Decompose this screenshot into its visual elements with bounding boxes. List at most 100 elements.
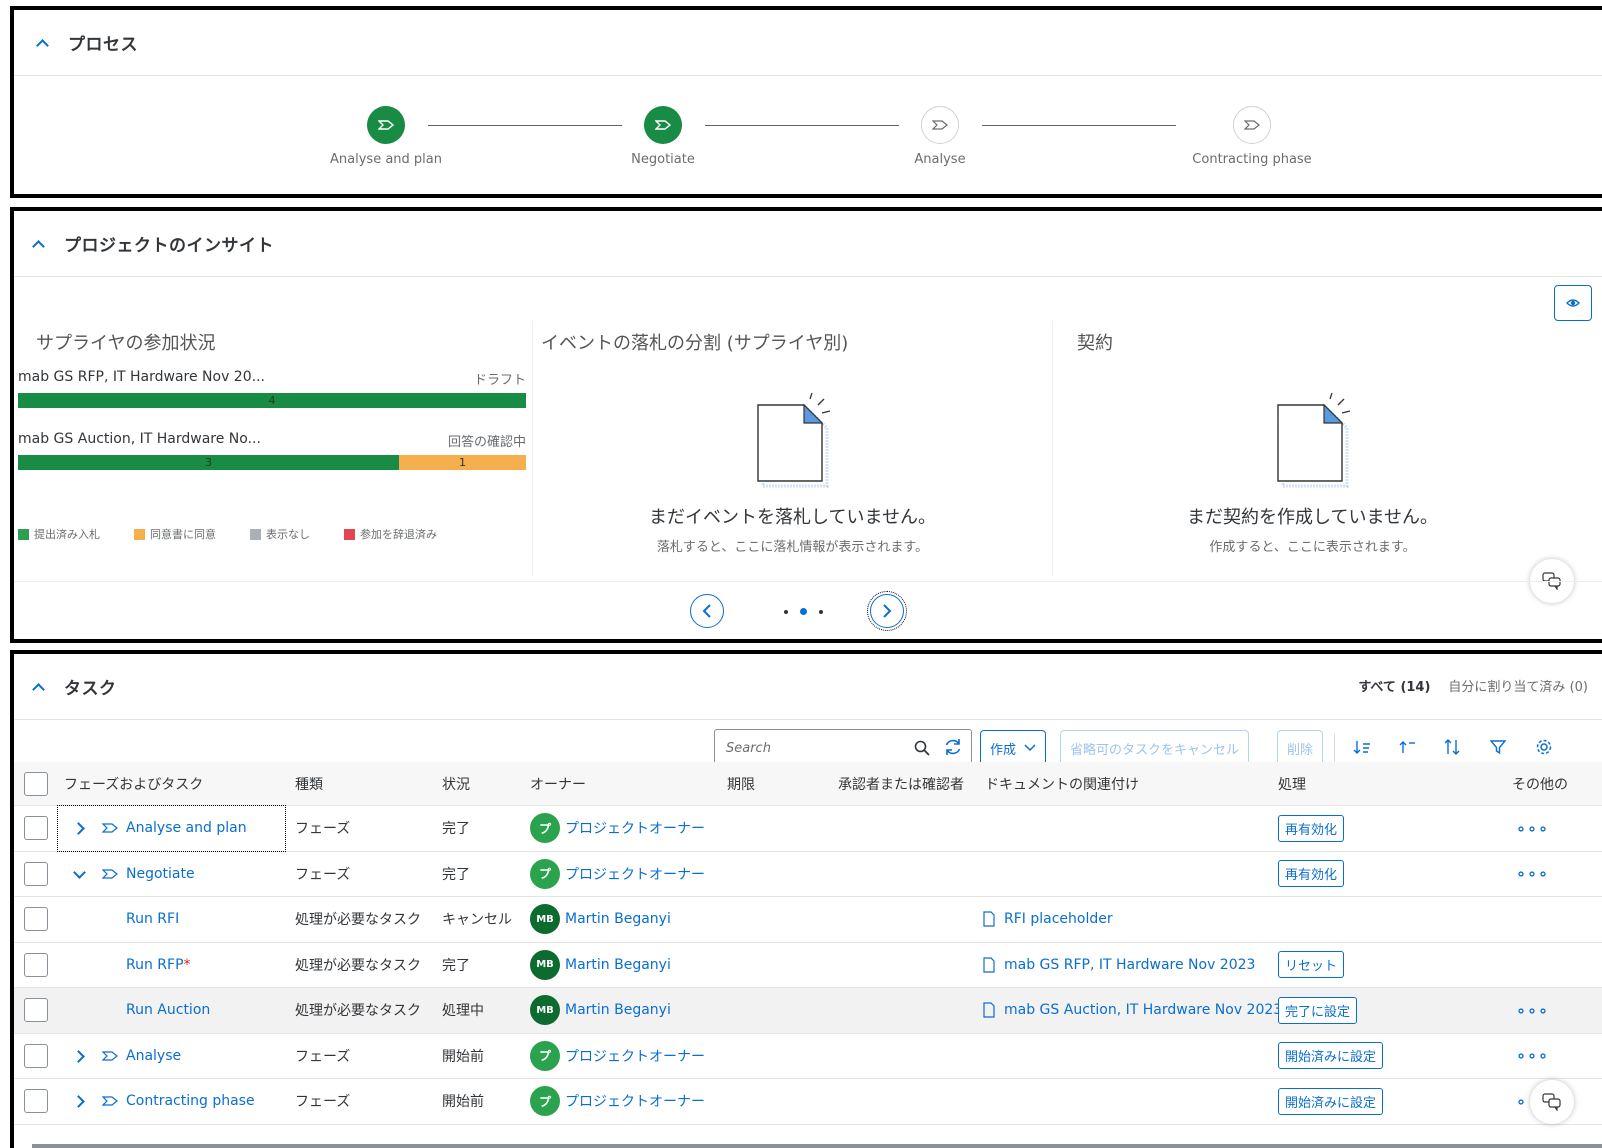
tab-assigned-to-me[interactable]: 自分に割り当て済み (0) [1448, 676, 1588, 695]
phase-link[interactable]: Negotiate [126, 866, 195, 882]
select-all-checkbox[interactable] [24, 771, 48, 796]
table-row[interactable]: Run RFP * 処理が必要なタスク 完了 MB Martin Beganyi mab G… [14, 943, 1602, 988]
row-checkbox[interactable] [24, 816, 48, 841]
more-options-icon[interactable]: ∘∘∘ [1516, 1001, 1549, 1020]
legend-item[interactable]: 表示なし [250, 526, 310, 542]
row-checkbox[interactable] [24, 1043, 48, 1068]
document-link[interactable]: mab GS RFP, IT Hardware Nov 2023 [1004, 957, 1255, 973]
phase-link[interactable]: Contracting phase [126, 1093, 255, 1109]
delete-button[interactable]: 削除 [1277, 730, 1324, 766]
bar-segment-orange[interactable]: 1 [399, 455, 526, 470]
collapse-chevron-icon[interactable] [36, 37, 48, 49]
table-row[interactable]: Analyse and plan フェーズ 完了 ププロジェクトオーナー 再有効化 ∘∘∘ [14, 805, 1602, 852]
action-button[interactable]: 再有効化 [1278, 814, 1345, 842]
legend-item[interactable]: 参加を辞退済み [344, 526, 437, 542]
owner-link[interactable]: プロジェクトオーナー [565, 818, 705, 838]
page-dot[interactable] [819, 609, 823, 614]
column-header-approver[interactable]: 承認者または確認者 [838, 762, 964, 805]
row-checkbox[interactable] [24, 907, 48, 932]
page-dot[interactable] [784, 609, 788, 614]
table-row[interactable]: Negotiate フェーズ 完了 ププロジェクトオーナー 再有効化 ∘∘∘ [14, 852, 1602, 897]
owner-link[interactable]: プロジェクトオーナー [565, 1091, 705, 1111]
more-options-icon[interactable]: ∘∘∘ [1516, 1046, 1549, 1065]
column-header-owner[interactable]: オーナー [530, 762, 586, 805]
table-row[interactable]: Analyse フェーズ 開始前 ププロジェクトオーナー 開始済みに設定 ∘∘∘ [14, 1034, 1602, 1079]
chevron-right-icon[interactable] [74, 1051, 84, 1061]
column-header-due[interactable]: 期限 [727, 762, 755, 805]
view-toggle-button[interactable] [1554, 285, 1592, 321]
sort-ascending-icon[interactable] [1396, 736, 1418, 758]
table-row[interactable]: Run RFI 処理が必要なタスク キャンセル MB Martin Beganyi RFI… [14, 897, 1602, 943]
action-button[interactable]: 開始済みに設定 [1278, 1042, 1384, 1070]
chevron-down-icon[interactable] [74, 869, 84, 879]
process-header[interactable]: プロセス [14, 10, 1602, 76]
phase-name-cell[interactable]: Analyse [58, 1034, 285, 1079]
phase-link[interactable]: Analyse [126, 1048, 181, 1064]
owner-link[interactable]: Martin Beganyi [565, 911, 671, 927]
tab-all[interactable]: すべて (14) [1358, 676, 1430, 695]
more-options-icon[interactable]: ∘∘∘ [1516, 864, 1549, 883]
bar-segment-green[interactable]: 3 [18, 455, 399, 470]
process-step-analyse[interactable]: Analyse [840, 106, 1040, 167]
horizontal-scrollbar[interactable] [32, 1144, 1602, 1148]
owner-link[interactable]: Martin Beganyi [565, 957, 671, 973]
process-step-negotiate[interactable]: Negotiate [563, 106, 763, 167]
column-header-phase-task[interactable]: フェーズおよびタスク [64, 762, 203, 805]
document-link[interactable]: mab GS Auction, IT Hardware Nov 2023 [1004, 1002, 1282, 1018]
action-button[interactable]: リセット [1278, 951, 1345, 979]
task-link[interactable]: Run Auction [126, 1002, 210, 1018]
search-icon[interactable] [914, 740, 930, 756]
owner-link[interactable]: プロジェクトオーナー [565, 864, 705, 884]
refresh-icon[interactable] [942, 736, 964, 758]
owner-link[interactable]: プロジェクトオーナー [565, 1046, 705, 1066]
more-options-icon[interactable]: ∘∘∘ [1516, 819, 1549, 838]
task-link[interactable]: Run RFP [126, 957, 184, 973]
filter-icon[interactable] [1487, 736, 1509, 758]
legend-item[interactable]: 同意書に同意 [134, 526, 216, 542]
carousel-next-button[interactable] [867, 591, 907, 631]
process-step-contracting-phase[interactable]: Contracting phase [1152, 106, 1352, 167]
column-header-other[interactable]: その他の [1512, 762, 1568, 805]
collapse-chevron-icon[interactable] [32, 238, 44, 250]
feedback-button[interactable] [1530, 1080, 1574, 1124]
owner-link[interactable]: Martin Beganyi [565, 1002, 671, 1018]
carousel-prev-button[interactable] [690, 594, 724, 628]
row-checkbox[interactable] [24, 998, 48, 1023]
action-button[interactable]: 完了に設定 [1278, 996, 1358, 1024]
task-link[interactable]: Run RFI [126, 911, 179, 927]
legend-item[interactable]: 提出済み入札 [18, 526, 100, 542]
insights-header[interactable]: プロジェクトのインサイト [14, 211, 1602, 277]
task-name-cell[interactable]: Run Auction [126, 988, 210, 1033]
process-step-analyse-and-plan[interactable]: Analyse and plan [286, 106, 486, 167]
column-header-type[interactable]: 種類 [295, 762, 323, 805]
row-checkbox[interactable] [24, 952, 48, 977]
column-header-documents[interactable]: ドキュメントの関連付け [985, 762, 1139, 805]
sort-descending-icon[interactable] [1351, 736, 1373, 758]
collapse-chevron-icon[interactable] [32, 681, 44, 693]
search-input[interactable] [726, 740, 906, 756]
task-name-cell[interactable]: Run RFP * [126, 943, 191, 988]
chevron-right-icon[interactable] [74, 1096, 84, 1106]
document-link[interactable]: RFI placeholder [1004, 911, 1113, 927]
page-dot-active[interactable] [800, 608, 807, 615]
column-header-action[interactable]: 処理 [1278, 762, 1306, 805]
row-checkbox[interactable] [24, 1089, 48, 1114]
create-button[interactable]: 作成 [980, 730, 1047, 766]
phase-name-cell[interactable]: Analyse and plan [57, 805, 286, 852]
phase-name-cell[interactable]: Contracting phase [58, 1079, 285, 1124]
chevron-right-icon[interactable] [74, 823, 84, 833]
more-options-icon[interactable]: ∘ [1516, 1092, 1527, 1111]
phase-link[interactable]: Analyse and plan [126, 820, 247, 836]
table-row[interactable]: Contracting phase フェーズ 開始前 ププロジェクトオーナー 開始済みに… [14, 1079, 1602, 1125]
phase-name-cell[interactable]: Negotiate [58, 852, 285, 897]
column-header-status[interactable]: 状況 [442, 762, 470, 805]
action-button[interactable]: 開始済みに設定 [1278, 1087, 1384, 1115]
cancel-optional-tasks-button[interactable]: 省略可のタスクをキャンセル [1060, 730, 1250, 766]
task-name-cell[interactable]: Run RFI [126, 897, 179, 942]
sort-icon[interactable] [1441, 736, 1463, 758]
table-row[interactable]: Run Auction 処理が必要なタスク 処理中 MB Martin Beganyi m… [14, 988, 1602, 1034]
row-checkbox[interactable] [24, 861, 48, 886]
bar-segment-green[interactable]: 4 [18, 393, 526, 408]
settings-gear-icon[interactable] [1533, 736, 1555, 758]
action-button[interactable]: 再有効化 [1278, 860, 1345, 888]
